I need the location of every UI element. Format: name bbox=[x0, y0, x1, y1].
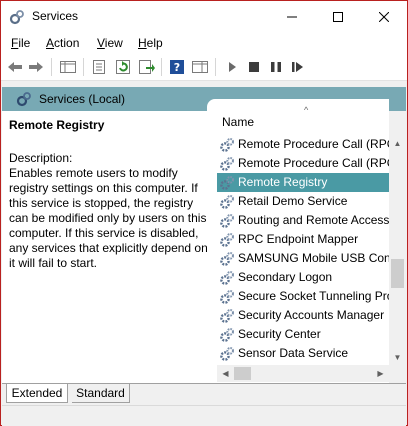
list-item[interactable]: Routing and Remote Access bbox=[217, 211, 389, 230]
window-title: Services bbox=[32, 9, 79, 23]
menu-help[interactable]: Help bbox=[138, 36, 163, 50]
service-name: RPC Endpoint Mapper bbox=[238, 232, 359, 246]
list-item[interactable]: Secure Socket Tunneling Protocol Service bbox=[217, 287, 389, 306]
close-button[interactable] bbox=[361, 1, 407, 32]
minimize-button[interactable] bbox=[269, 1, 315, 32]
menu-view[interactable]: View bbox=[97, 36, 123, 50]
service-name: Secondary Logon bbox=[238, 270, 333, 284]
toolbar: ? bbox=[1, 54, 407, 81]
list-item[interactable]: RPC Endpoint Mapper bbox=[217, 230, 389, 249]
selected-service-name: Remote Registry bbox=[9, 118, 105, 132]
service-name: Security Accounts Manager bbox=[238, 308, 385, 322]
service-gear-icon bbox=[220, 328, 234, 342]
horizontal-scrollbar[interactable]: ◀ ▶ bbox=[217, 365, 389, 382]
service-gear-icon bbox=[220, 271, 234, 285]
service-name: SAMSUNG Mobile USB Connectivity Service bbox=[238, 251, 389, 265]
services-gear-icon bbox=[16, 92, 31, 107]
vertical-scroll-thumb[interactable] bbox=[391, 259, 404, 288]
forward-icon[interactable] bbox=[27, 59, 45, 75]
list-item[interactable]: Remote Procedure Call (RPC) Locator bbox=[217, 154, 389, 173]
services-list: Remote Procedure Call (RPC) Remote Proced… bbox=[217, 135, 389, 363]
status-bar bbox=[2, 405, 406, 426]
service-name: Remote Procedure Call (RPC) Locator bbox=[238, 156, 389, 170]
scrollbar-corner bbox=[389, 365, 406, 382]
service-gear-icon bbox=[220, 157, 234, 171]
service-name: Routing and Remote Access bbox=[238, 213, 389, 227]
menu-action[interactable]: Action bbox=[46, 36, 79, 50]
horizontal-scroll-thumb[interactable] bbox=[234, 367, 251, 380]
list-item[interactable]: Secondary Logon bbox=[217, 268, 389, 287]
vertical-scrollbar[interactable]: ▲ ▼ bbox=[389, 135, 406, 383]
service-details-pane: Remote Registry Description: Enables rem… bbox=[2, 111, 208, 383]
services-gear-icon bbox=[9, 10, 24, 25]
svg-text:?: ? bbox=[174, 61, 180, 74]
service-name: Remote Registry bbox=[238, 175, 328, 189]
tab-standard[interactable]: Standard bbox=[72, 384, 130, 403]
scroll-right-icon[interactable]: ▶ bbox=[372, 365, 389, 382]
list-item[interactable]: Sensor Data Service bbox=[217, 344, 389, 363]
maximize-button[interactable] bbox=[315, 1, 361, 32]
service-gear-icon bbox=[220, 138, 234, 152]
tab-extended[interactable]: Extended bbox=[6, 384, 68, 403]
service-gear-icon bbox=[220, 309, 234, 323]
title-bar[interactable]: Services bbox=[1, 1, 407, 32]
service-name: Security Center bbox=[238, 327, 321, 341]
maximize-icon bbox=[333, 11, 343, 22]
service-name: Retail Demo Service bbox=[238, 194, 348, 208]
show-hide-action-pane-icon[interactable] bbox=[191, 59, 209, 75]
column-header-name[interactable]: ^ Name bbox=[207, 99, 389, 129]
service-gear-icon bbox=[220, 347, 234, 361]
list-item[interactable]: Security Center bbox=[217, 325, 389, 344]
back-icon[interactable] bbox=[6, 59, 24, 75]
menu-bar: File Action View Help bbox=[1, 32, 407, 54]
column-header-label: Name bbox=[222, 115, 255, 129]
service-gear-icon bbox=[220, 233, 234, 247]
show-hide-tree-icon[interactable] bbox=[59, 59, 77, 75]
service-gear-icon bbox=[220, 252, 234, 266]
description-label: Description: bbox=[9, 151, 73, 165]
scroll-left-icon[interactable]: ◀ bbox=[217, 365, 234, 382]
menu-file[interactable]: File bbox=[11, 36, 30, 50]
service-description: Enables remote users to modify registry … bbox=[9, 166, 208, 270]
service-gear-icon bbox=[220, 214, 234, 228]
scroll-down-icon[interactable]: ▼ bbox=[389, 349, 406, 366]
service-name: Secure Socket Tunneling Protocol Service bbox=[238, 289, 389, 303]
restart-icon[interactable] bbox=[289, 59, 307, 75]
stop-icon[interactable] bbox=[245, 59, 263, 75]
properties-icon[interactable] bbox=[90, 59, 108, 75]
services-list-pane: ^ Name Remote Procedure Call (RPC) Remote… bbox=[207, 99, 389, 383]
service-name: Remote Procedure Call (RPC) bbox=[238, 137, 389, 151]
minimize-icon bbox=[287, 16, 297, 17]
pause-icon[interactable] bbox=[267, 59, 285, 75]
refresh-icon[interactable] bbox=[114, 59, 132, 75]
service-gear-icon bbox=[220, 176, 234, 190]
export-list-icon[interactable] bbox=[138, 59, 156, 75]
list-item[interactable]: Retail Demo Service bbox=[217, 192, 389, 211]
list-item-selected[interactable]: Remote Registry bbox=[217, 173, 389, 192]
start-icon[interactable] bbox=[223, 59, 241, 75]
list-item[interactable]: SAMSUNG Mobile USB Connectivity Service bbox=[217, 249, 389, 268]
service-name: Sensor Data Service bbox=[238, 346, 349, 360]
list-item[interactable]: Security Accounts Manager bbox=[217, 306, 389, 325]
sort-ascending-icon: ^ bbox=[304, 105, 309, 115]
close-icon bbox=[379, 11, 389, 22]
service-gear-icon bbox=[220, 195, 234, 209]
services-window: Services File Action View Help ? Service… bbox=[0, 0, 408, 426]
scroll-up-icon[interactable]: ▲ bbox=[389, 135, 406, 152]
list-item[interactable]: Remote Procedure Call (RPC) bbox=[217, 135, 389, 154]
pane-header-title: Services (Local) bbox=[39, 92, 126, 106]
help-icon[interactable]: ? bbox=[168, 59, 186, 75]
view-tabs: Extended Standard bbox=[2, 383, 406, 405]
service-gear-icon bbox=[220, 290, 234, 304]
